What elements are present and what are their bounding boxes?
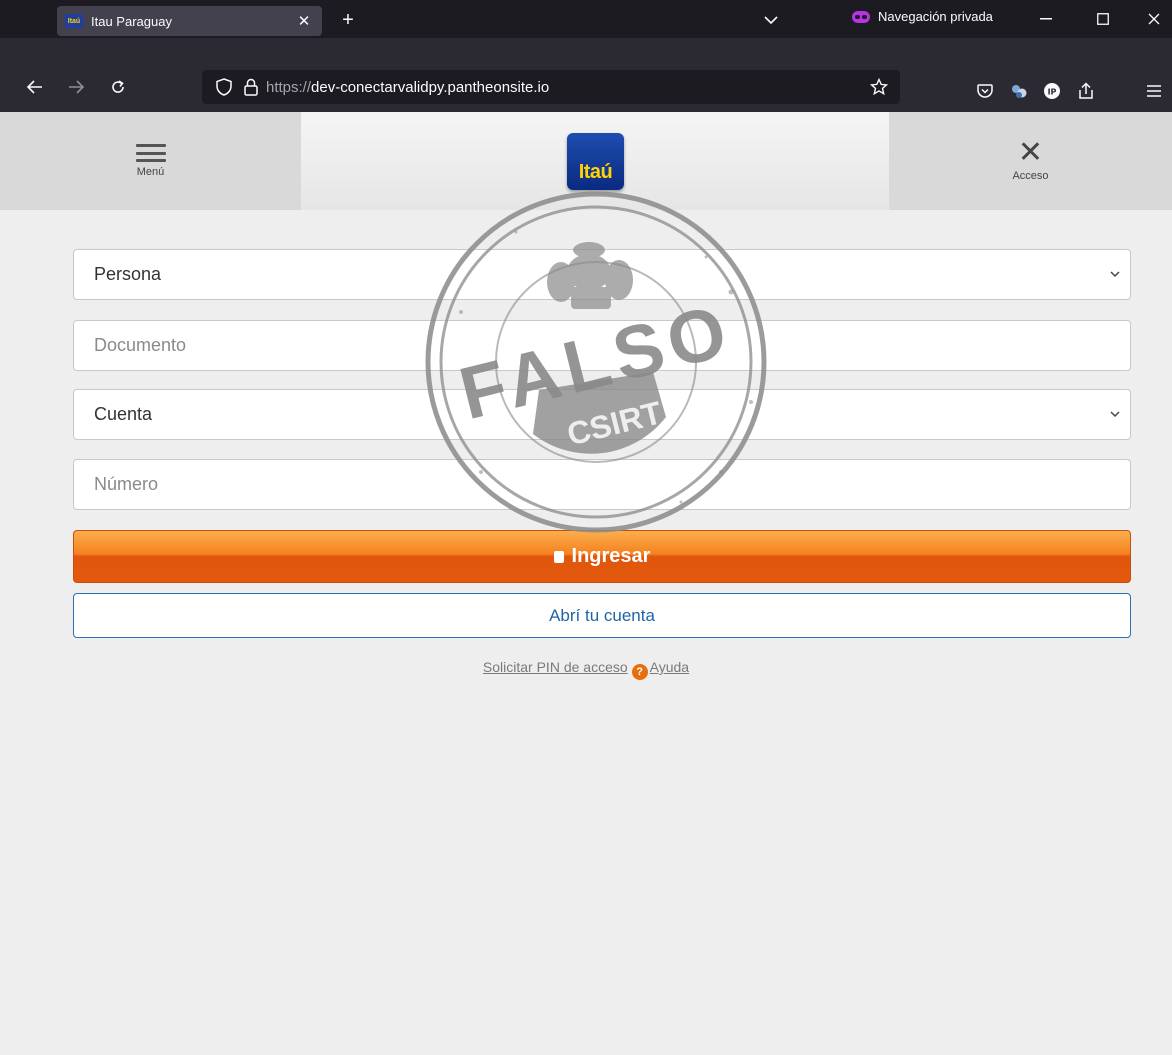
person-type-select[interactable]: Persona — [73, 249, 1131, 300]
lock-icon — [553, 550, 564, 563]
window-close-button[interactable] — [1136, 4, 1172, 34]
maximize-icon — [1097, 13, 1109, 25]
list-all-tabs-button[interactable] — [758, 8, 784, 32]
star-bookmark-icon[interactable] — [870, 78, 888, 96]
pocket-button[interactable] — [973, 79, 997, 103]
login-button[interactable]: Ingresar — [73, 530, 1131, 583]
document-input[interactable]: Documento — [73, 320, 1131, 371]
help-links: Solicitar PIN de acceso? Ayuda — [0, 659, 1172, 680]
number-placeholder: Número — [94, 474, 159, 494]
pocket-icon — [977, 83, 993, 98]
access-label: Acceso — [1012, 170, 1049, 182]
hamburger-icon — [1147, 85, 1161, 97]
extension-button[interactable] — [1007, 79, 1031, 103]
back-button[interactable] — [20, 72, 50, 102]
tab-close-icon[interactable]: ✕ — [296, 12, 312, 30]
itau-favicon-icon: Itaú — [65, 14, 83, 28]
minimize-icon — [1040, 18, 1052, 20]
site-header: Menú Itaú ✕ Acceso — [0, 112, 1172, 210]
help-icon: ? — [631, 664, 648, 680]
request-pin-link[interactable]: Solicitar PIN de acceso — [483, 659, 628, 675]
close-icon: ✕ — [1017, 136, 1044, 169]
menu-toggle[interactable]: Menú — [0, 112, 301, 210]
tab-strip: Itaú Itau Paraguay ✕ + Navegación privad… — [0, 0, 1172, 38]
number-input[interactable]: Número — [73, 459, 1131, 510]
access-close-button[interactable]: ✕ Acceso — [889, 112, 1172, 210]
reload-icon — [112, 80, 124, 93]
account-type-value: Cuenta — [94, 404, 153, 424]
open-account-label: Abrí tu cuenta — [549, 605, 655, 625]
tab-title: Itau Paraguay — [91, 13, 172, 29]
svg-text:IP: IP — [1048, 88, 1057, 97]
account-type-select[interactable]: Cuenta — [73, 389, 1131, 440]
extension-icon — [1012, 85, 1027, 98]
help-link[interactable]: Ayuda — [650, 659, 689, 675]
menu-label: Menú — [136, 166, 165, 178]
minimize-button[interactable] — [1028, 4, 1064, 34]
browser-tab[interactable]: Itaú Itau Paraguay ✕ — [57, 6, 322, 36]
share-button[interactable] — [1074, 79, 1098, 103]
chevron-down-icon — [1110, 407, 1120, 421]
maximize-button[interactable] — [1085, 4, 1121, 34]
url-text: https://dev-conectarvalidpy.pantheonsite… — [266, 79, 549, 96]
shield-icon[interactable] — [216, 78, 232, 96]
person-type-value: Persona — [94, 264, 162, 284]
forward-button[interactable] — [61, 72, 91, 102]
document-placeholder: Documento — [94, 335, 187, 355]
arrow-right-icon — [69, 80, 84, 94]
ip-icon: IP — [1044, 83, 1060, 99]
new-tab-button[interactable]: + — [334, 6, 362, 34]
close-icon — [1148, 13, 1160, 25]
lock-icon[interactable] — [244, 78, 258, 96]
arrow-left-icon — [27, 80, 42, 94]
private-browsing-label: Navegación privada — [878, 9, 993, 24]
private-mask-icon — [852, 10, 870, 23]
reload-button[interactable] — [103, 72, 133, 102]
hamburger-icon — [135, 144, 166, 162]
ip-extension-button[interactable]: IP — [1040, 79, 1064, 103]
logo-text: Itaú — [578, 161, 613, 183]
url-protocol: https:// — [266, 78, 312, 96]
private-browsing-indicator: Navegación privada — [852, 9, 993, 24]
chevron-down-icon — [1110, 267, 1120, 281]
login-button-label: Ingresar — [571, 545, 651, 567]
chevron-down-icon — [764, 15, 778, 24]
share-icon — [1079, 82, 1093, 99]
menu-button[interactable] — [1142, 79, 1166, 103]
url-bar[interactable]: https://dev-conectarvalidpy.pantheonsite… — [202, 70, 900, 104]
open-account-button[interactable]: Abrí tu cuenta — [73, 593, 1131, 638]
page-content: Menú Itaú ✕ Acceso Persona Documento Cue… — [0, 112, 1172, 1055]
itau-logo: Itaú — [567, 133, 624, 190]
url-host: dev-conectarvalidpy.pantheonsite.io — [311, 78, 550, 96]
